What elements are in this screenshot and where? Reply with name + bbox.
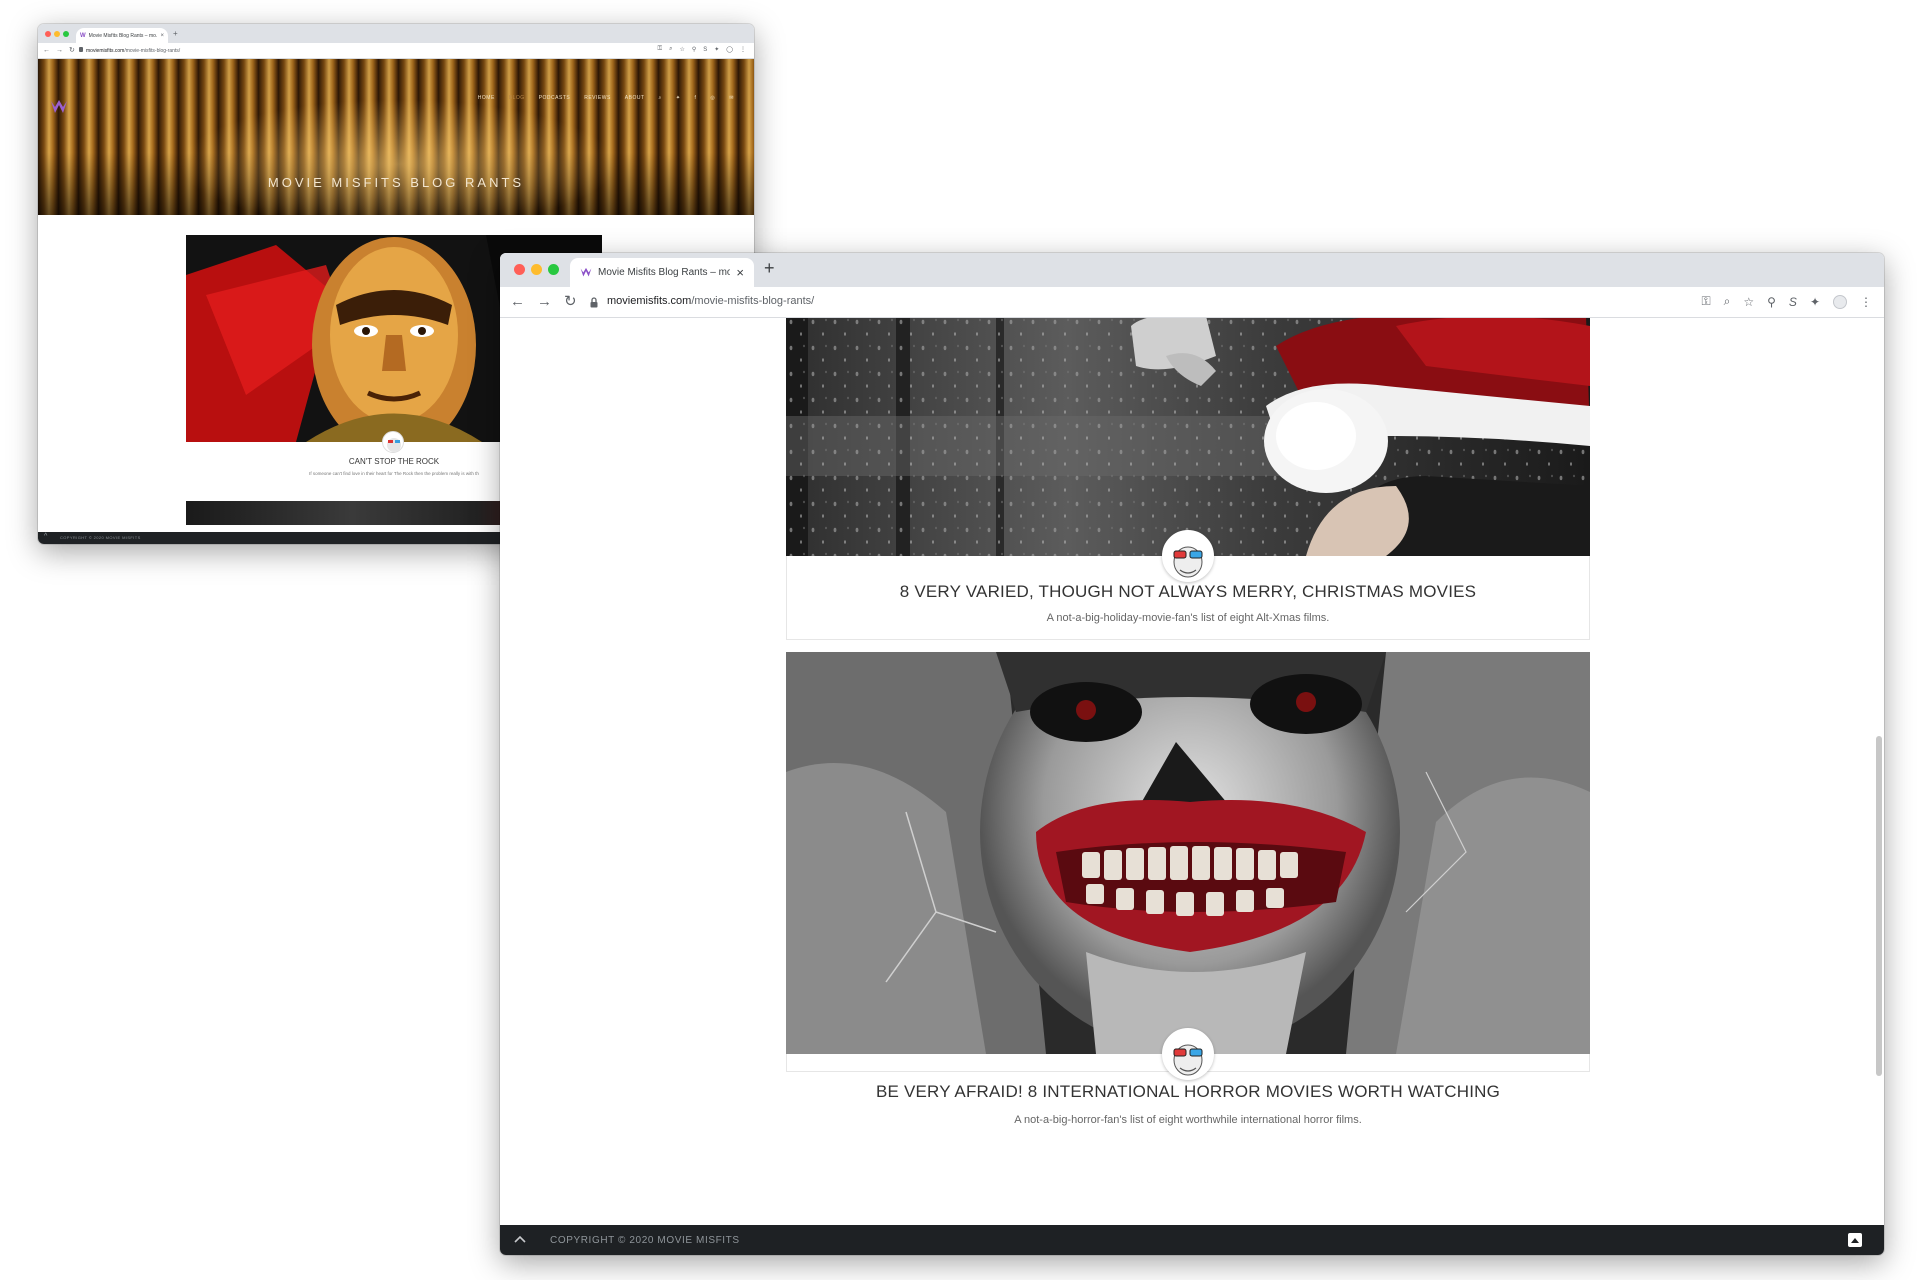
post-excerpt: A not-a-big-holiday-movie-fan's list of … bbox=[1046, 612, 1330, 624]
facebook-icon[interactable]: f bbox=[695, 95, 697, 101]
nav-home[interactable]: HOME bbox=[478, 95, 495, 101]
post-title[interactable]: BE VERY AFRAID! 8 INTERNATIONAL HORROR M… bbox=[787, 1082, 1589, 1102]
puzzle-icon[interactable]: ✦ bbox=[714, 46, 719, 53]
tab-title: Movie Misfits Blog Rants – mo… bbox=[88, 32, 158, 39]
author-avatar[interactable] bbox=[382, 431, 404, 453]
page-scrollbar[interactable] bbox=[1876, 736, 1882, 1076]
post-title[interactable]: 8 VERY VARIED, THOUGH NOT ALWAYS MERRY, … bbox=[787, 582, 1589, 602]
post-image-horror[interactable] bbox=[786, 652, 1590, 1054]
email-icon[interactable]: ✉ bbox=[729, 95, 734, 101]
tab-close-icon[interactable]: × bbox=[736, 265, 744, 280]
page-title: MOVIE MISFITS BLOG RANTS bbox=[267, 175, 525, 190]
lock-icon[interactable] bbox=[590, 297, 598, 308]
nav-buttons: ← → ↻ bbox=[510, 292, 577, 311]
back-icon[interactable]: ← bbox=[510, 293, 525, 310]
star-icon[interactable]: ☆ bbox=[1743, 295, 1754, 309]
kebab-menu-icon[interactable]: ⋮ bbox=[740, 46, 746, 53]
minimize-window-button[interactable] bbox=[54, 31, 60, 37]
reload-icon[interactable]: ↻ bbox=[69, 46, 75, 54]
tab-active[interactable]: W Movie Misfits Blog Rants – mo… × bbox=[76, 28, 168, 43]
main-nav: HOME BLOG PODCASTS REVIEWS ABOUT ⌕ ✦ f ◎… bbox=[478, 95, 734, 101]
site-favicon-icon: W bbox=[80, 32, 86, 39]
scroll-top-icon[interactable] bbox=[514, 1234, 526, 1244]
new-tab-button[interactable]: + bbox=[173, 29, 178, 38]
s-extension-icon[interactable]: S bbox=[1789, 295, 1797, 309]
close-window-button[interactable] bbox=[514, 264, 525, 275]
author-avatar[interactable] bbox=[1162, 1028, 1214, 1080]
key-icon[interactable]: ⚿ bbox=[657, 46, 662, 53]
profile-icon[interactable]: ◯ bbox=[726, 46, 733, 53]
minimize-window-button[interactable] bbox=[531, 264, 542, 275]
instagram-icon[interactable]: ◎ bbox=[710, 95, 715, 101]
star-icon[interactable]: ☆ bbox=[679, 46, 684, 53]
copyright: COPYRIGHT © 2020 MOVIE MISFITS bbox=[550, 1235, 740, 1246]
site-footer: COPYRIGHT © 2020 MOVIE MISFITS bbox=[500, 1225, 1884, 1255]
toolbar-icons: ⚿ ⌕ ☆ ⚲ S ✦ ⋮ bbox=[1701, 294, 1872, 309]
tab-strip: Movie Misfits Blog Rants – mo × + bbox=[500, 253, 1884, 287]
s-extension-icon[interactable]: S bbox=[703, 47, 707, 53]
url-field[interactable]: moviemisfits.com/movie-misfits-blog-rant… bbox=[86, 48, 180, 54]
post-excerpt: A not-a-big-horror-fan's list of eight w… bbox=[1014, 1114, 1362, 1126]
post-card-christmas[interactable]: 8 VERY VARIED, THOUGH NOT ALWAYS MERRY, … bbox=[786, 318, 1590, 640]
forward-icon[interactable]: → bbox=[537, 293, 552, 310]
zoom-window-button[interactable] bbox=[548, 264, 559, 275]
tab-active[interactable]: Movie Misfits Blog Rants – mo × bbox=[570, 258, 754, 287]
scroll-top-icon[interactable]: ^ bbox=[44, 533, 47, 540]
site-logo-icon[interactable] bbox=[50, 99, 68, 115]
copyright: COPYRIGHT © 2020 MOVIE MISFITS bbox=[60, 535, 141, 540]
nav-about[interactable]: ABOUT bbox=[625, 95, 645, 101]
zoom-window-button[interactable] bbox=[63, 31, 69, 37]
pin-icon[interactable]: ⚲ bbox=[692, 46, 696, 53]
nav-reviews[interactable]: REVIEWS bbox=[584, 95, 611, 101]
search-icon[interactable]: ⌕ bbox=[659, 95, 662, 101]
author-avatar[interactable] bbox=[1162, 530, 1214, 582]
profile-icon[interactable] bbox=[1833, 294, 1847, 309]
address-bar: ← → ↻ moviemisfits.com/movie-misfits-blo… bbox=[38, 43, 754, 59]
toolbar-icons: ⚿ ⌕ ☆ ⚲ S ✦ ◯ ⋮ bbox=[657, 46, 746, 53]
nav-buttons: ← → ↻ bbox=[43, 46, 75, 55]
tab-title: Movie Misfits Blog Rants – mo bbox=[598, 267, 731, 278]
puzzle-icon[interactable]: ✦ bbox=[1810, 295, 1820, 309]
forward-icon[interactable]: → bbox=[56, 47, 63, 54]
back-to-top-button[interactable] bbox=[1848, 1233, 1862, 1247]
tab-close-icon[interactable]: × bbox=[160, 33, 164, 39]
browser-window-foreground[interactable]: Movie Misfits Blog Rants – mo × + ← → ↻ … bbox=[500, 253, 1884, 1255]
url-field[interactable]: moviemisfits.com/movie-misfits-blog-rant… bbox=[607, 295, 814, 307]
post-image-christmas[interactable] bbox=[786, 318, 1590, 556]
arrow-up-icon bbox=[1851, 1238, 1859, 1243]
zoom-icon[interactable]: ⌕ bbox=[1724, 294, 1731, 309]
zoom-icon[interactable]: ⌕ bbox=[669, 46, 672, 53]
nav-podcasts[interactable]: PODCASTS bbox=[539, 95, 571, 101]
twitter-icon[interactable]: ✦ bbox=[676, 95, 681, 101]
post-card-horror[interactable]: BE VERY AFRAID! 8 INTERNATIONAL HORROR M… bbox=[786, 652, 1590, 1126]
stage-light bbox=[178, 99, 618, 215]
tab-strip: W Movie Misfits Blog Rants – mo… × + bbox=[38, 24, 754, 43]
kebab-menu-icon[interactable]: ⋮ bbox=[1860, 295, 1872, 309]
nav-blog[interactable]: BLOG bbox=[509, 95, 525, 101]
new-tab-button[interactable]: + bbox=[764, 258, 775, 279]
close-window-button[interactable] bbox=[45, 31, 51, 37]
page-content: 8 VERY VARIED, THOUGH NOT ALWAYS MERRY, … bbox=[500, 318, 1884, 1225]
address-bar: ← → ↻ moviemisfits.com/movie-misfits-blo… bbox=[500, 287, 1884, 318]
reload-icon[interactable]: ↻ bbox=[564, 292, 577, 310]
site-favicon-icon bbox=[580, 267, 592, 277]
back-icon[interactable]: ← bbox=[43, 47, 50, 54]
lock-icon bbox=[79, 47, 83, 52]
hero-banner: HOME BLOG PODCASTS REVIEWS ABOUT ⌕ ✦ f ◎… bbox=[38, 59, 754, 215]
pin-icon[interactable]: ⚲ bbox=[1767, 295, 1776, 309]
key-icon[interactable]: ⚿ bbox=[1701, 294, 1710, 309]
